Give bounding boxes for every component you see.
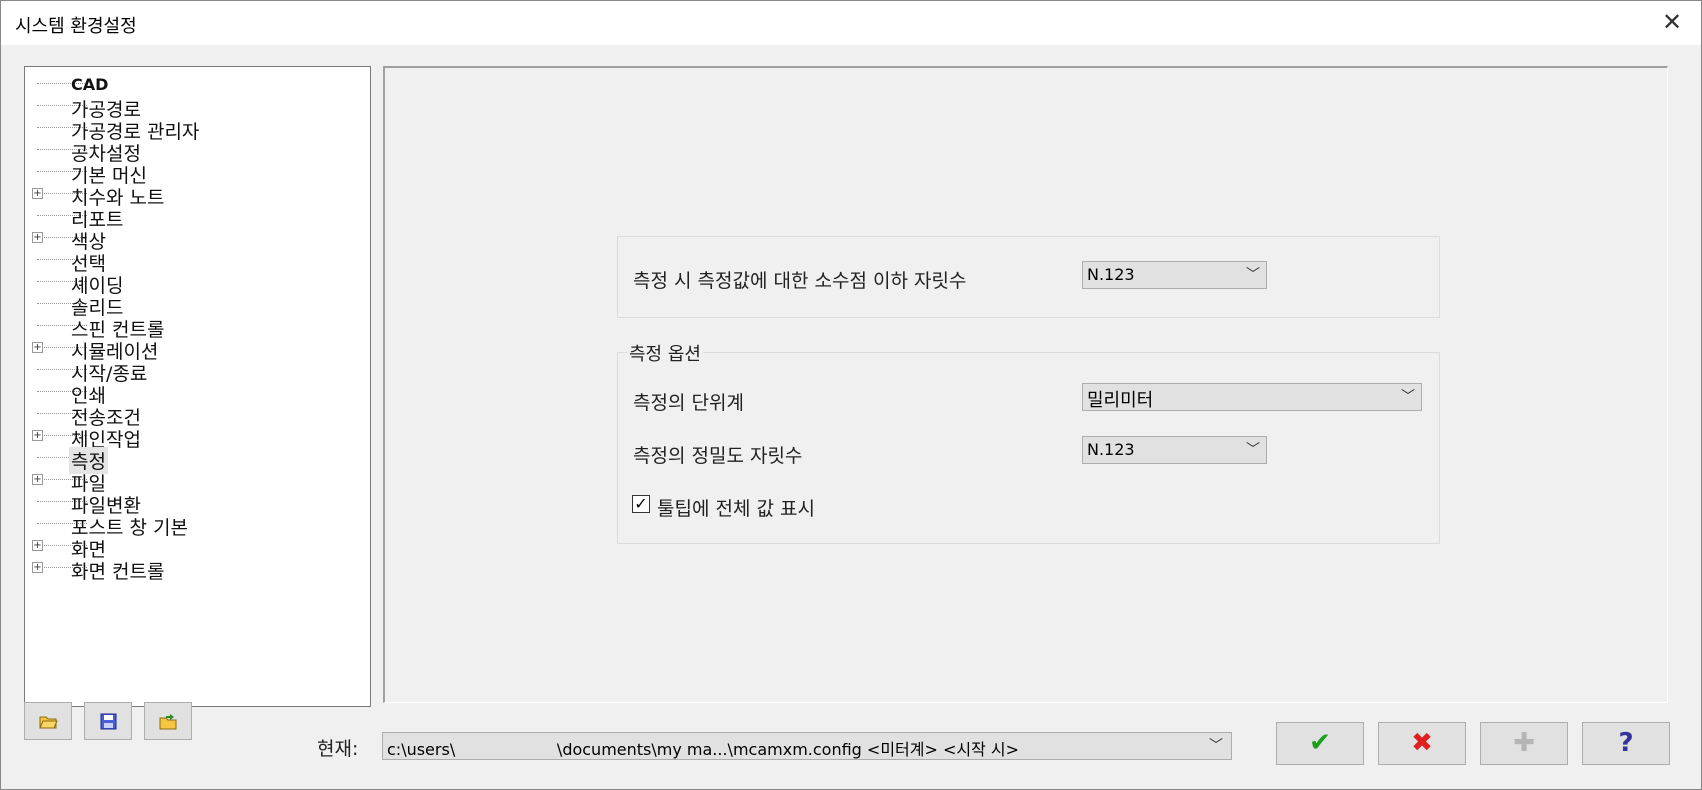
save-icon <box>100 713 117 730</box>
tree-item[interactable]: 셰이딩 <box>25 271 365 297</box>
chevron-down-icon: ﹀ <box>1246 442 1260 458</box>
chevron-down-icon: ﹀ <box>1209 738 1223 754</box>
tree-item[interactable]: 리포트 <box>25 205 365 231</box>
tree-item[interactable]: + 색상 <box>25 227 365 253</box>
help-icon: ? <box>1618 728 1634 758</box>
current-config-path: c:\users\ \documents\my ma...\mcamxm.con… <box>387 740 1020 759</box>
tree-item[interactable]: CAD <box>25 73 365 95</box>
chevron-down-icon: ﹀ <box>1401 389 1415 405</box>
checkmark-icon: ✔ <box>1309 728 1331 758</box>
expand-plus-icon[interactable]: + <box>32 540 43 551</box>
unit-combo[interactable]: 밀리미터 ﹀ <box>1082 383 1422 411</box>
cancel-button[interactable]: ✖ <box>1378 722 1466 765</box>
tree-item[interactable]: 스핀 컨트롤 <box>25 315 365 341</box>
window-title: 시스템 환경설정 <box>15 16 137 37</box>
decimal-value: N.123 <box>1087 265 1135 284</box>
expand-plus-icon[interactable]: + <box>32 474 43 485</box>
tree-item[interactable]: 인쇄 <box>25 381 365 407</box>
add-button[interactable]: ✚ <box>1480 722 1568 765</box>
title-bar: 시스템 환경설정 ✕ <box>1 1 1701 45</box>
folder-open-icon <box>39 716 58 729</box>
tree-item[interactable]: 선택 <box>25 249 365 275</box>
plus-icon: ✚ <box>1513 728 1535 758</box>
current-config-combo[interactable]: c:\users\ \documents\my ma...\mcamxm.con… <box>382 732 1232 760</box>
precision-combo[interactable]: N.123 ﹀ <box>1082 436 1267 464</box>
tree-item[interactable]: 측정 <box>25 447 365 474</box>
expand-plus-icon[interactable]: + <box>32 232 43 243</box>
precision-label: 측정의 정밀도 자릿수 <box>633 445 803 467</box>
settings-tree[interactable]: CAD 가공경로 가공경로 관리자 공차설정 기본 머신 + 치수와 노트 리포트 + 색상 선택 셰… <box>24 66 371 707</box>
current-label: 현재: <box>317 738 359 760</box>
tree-item[interactable]: + 파일 <box>25 469 365 495</box>
x-mark-icon: ✖ <box>1411 728 1433 758</box>
help-button[interactable]: ? <box>1582 722 1670 765</box>
chevron-down-icon: ﹀ <box>1246 267 1260 283</box>
expand-plus-icon[interactable]: + <box>32 562 43 573</box>
tree-item-label: 화면 컨트롤 <box>71 561 165 583</box>
tree-item[interactable]: 가공경로 <box>25 95 365 121</box>
tree-item[interactable]: 시작/종료 <box>25 359 365 385</box>
tree-item[interactable]: + 화면 <box>25 535 365 561</box>
tree-item[interactable]: + 시뮬레이션 <box>25 337 365 363</box>
tree-item[interactable]: 공차설정 <box>25 139 365 165</box>
expand-plus-icon[interactable]: + <box>32 430 43 441</box>
expand-plus-icon[interactable]: + <box>32 188 43 199</box>
tree-item[interactable]: 기본 머신 <box>25 161 365 187</box>
tree-item[interactable]: + 치수와 노트 <box>25 183 365 209</box>
unit-label: 측정의 단위계 <box>633 392 744 414</box>
precision-value: N.123 <box>1087 440 1135 459</box>
tree-item[interactable]: 가공경로 관리자 <box>25 117 365 143</box>
close-icon[interactable]: ✕ <box>1657 7 1687 37</box>
open-button[interactable] <box>24 702 72 740</box>
tooltip-checkbox[interactable]: ✓ <box>632 495 650 513</box>
merge-folder-icon <box>159 714 177 730</box>
ok-button[interactable]: ✔ <box>1276 722 1364 765</box>
measure-options-title: 측정 옵션 <box>627 340 703 366</box>
merge-button[interactable] <box>144 702 192 740</box>
decimal-combo[interactable]: N.123 ﹀ <box>1082 261 1267 289</box>
tree-item[interactable]: 포스트 창 기본 <box>25 513 365 539</box>
tree-item-label: CAD <box>71 75 109 94</box>
tree-item[interactable]: + 체인작업 <box>25 425 365 451</box>
tree-item[interactable]: 파일변환 <box>25 491 365 517</box>
preferences-window: 시스템 환경설정 ✕ CAD 가공경로 가공경로 관리자 공차설정 기본 머신 + 치수와 … <box>0 0 1702 790</box>
tree-item[interactable]: 전송조건 <box>25 403 365 429</box>
unit-value: 밀리미터 <box>1087 390 1154 411</box>
decimal-label: 측정 시 측정값에 대한 소수점 이하 자릿수 <box>633 270 967 292</box>
expand-plus-icon[interactable]: + <box>32 342 43 353</box>
save-button[interactable] <box>84 702 132 740</box>
tree-item[interactable]: 솔리드 <box>25 293 365 319</box>
tree-item[interactable]: + 화면 컨트롤 <box>25 557 365 583</box>
tooltip-label: 툴팁에 전체 값 표시 <box>657 498 815 520</box>
